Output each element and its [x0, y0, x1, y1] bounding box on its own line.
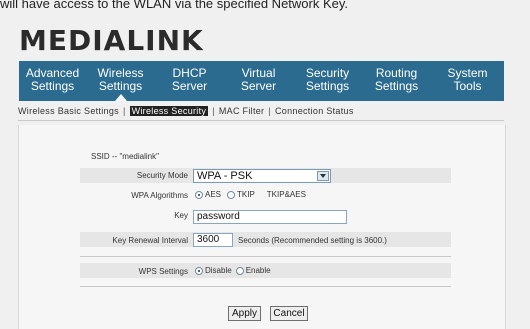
radio-aes-label: AES: [205, 190, 222, 199]
sub-nav: Wireless Basic Settings | Wireless Securit…: [18, 106, 354, 116]
nav-label: Wireless Settings: [97, 66, 144, 93]
tkip-aes-label: TKIP&AES: [266, 190, 306, 199]
subnav-wireless-basic-settings[interactable]: Wireless Basic Settings: [18, 106, 119, 116]
nav-label: Advanced Settings: [25, 66, 80, 93]
nav-security-settings[interactable]: Security Settings: [293, 61, 362, 101]
radio-aes[interactable]: [195, 190, 203, 199]
security-mode-label: Security Mode: [136, 171, 188, 180]
subnav-separator: |: [268, 106, 271, 116]
nav-label: Routing Settings: [374, 66, 419, 93]
key-renewal-input[interactable]: 3600: [193, 233, 233, 247]
subnav-mac-filter[interactable]: MAC Filter: [219, 106, 265, 116]
nav-label: System Tools: [447, 66, 488, 93]
subnav-separator: |: [122, 106, 126, 116]
key-label: Key: [174, 211, 188, 220]
apply-button[interactable]: Apply: [228, 306, 261, 321]
radio-wps-enable[interactable]: [235, 266, 244, 275]
section-divider: [80, 256, 451, 257]
nav-label: Security Settings: [305, 66, 350, 93]
subnav-divider: [18, 120, 504, 121]
nav-wireless-settings[interactable]: Wireless Settings: [86, 61, 155, 101]
section-divider: [80, 286, 451, 287]
ssid-text: SSID -- "medialink": [91, 152, 159, 161]
intro-text: will have access to the WLAN via the spe…: [0, 0, 349, 11]
cancel-button[interactable]: Cancel: [270, 306, 308, 321]
nav-dhcp-server[interactable]: DHCP Server: [155, 61, 224, 101]
nav-routing-settings[interactable]: Routing Settings: [362, 61, 431, 101]
chevron-down-icon[interactable]: [317, 171, 329, 181]
main-nav: Advanced Settings Wireless Settings DHCP…: [19, 61, 504, 101]
nav-advanced-settings[interactable]: Advanced Settings: [19, 61, 86, 101]
radio-wps-enable-label: Enable: [245, 266, 271, 275]
key-input[interactable]: password: [193, 210, 347, 224]
nav-virtual-server[interactable]: Virtual Server: [224, 61, 293, 101]
security-mode-select[interactable]: WPA - PSK: [193, 169, 331, 183]
radio-tkip[interactable]: [227, 190, 236, 199]
wpa-algorithms-label: WPA Algorithms: [131, 191, 188, 200]
subnav-wireless-security[interactable]: Wireless Security: [129, 106, 209, 116]
radio-wps-disable-label: Disable: [205, 266, 232, 275]
subnav-separator: |: [212, 106, 215, 116]
radio-wps-disable[interactable]: [195, 266, 203, 275]
nav-label: Virtual Server: [240, 66, 277, 93]
nav-system-tools[interactable]: System Tools: [431, 61, 504, 101]
nav-label: DHCP Server: [171, 66, 208, 93]
wps-settings-label: WPS Settings: [138, 267, 188, 276]
wpa-algorithms-group: AES TKIP TKIP&AES: [195, 190, 306, 199]
key-renewal-hint: Seconds (Recommended setting is 3600.): [238, 236, 387, 245]
medialink-logo: MEDIALINK: [19, 24, 204, 57]
security-mode-value: WPA - PSK: [197, 170, 253, 182]
subnav-connection-status[interactable]: Connection Status: [275, 106, 354, 116]
key-renewal-label: Key Renewal Interval: [112, 236, 188, 245]
radio-tkip-label: TKIP: [237, 190, 255, 199]
wps-group: Disable Enable: [195, 266, 271, 275]
